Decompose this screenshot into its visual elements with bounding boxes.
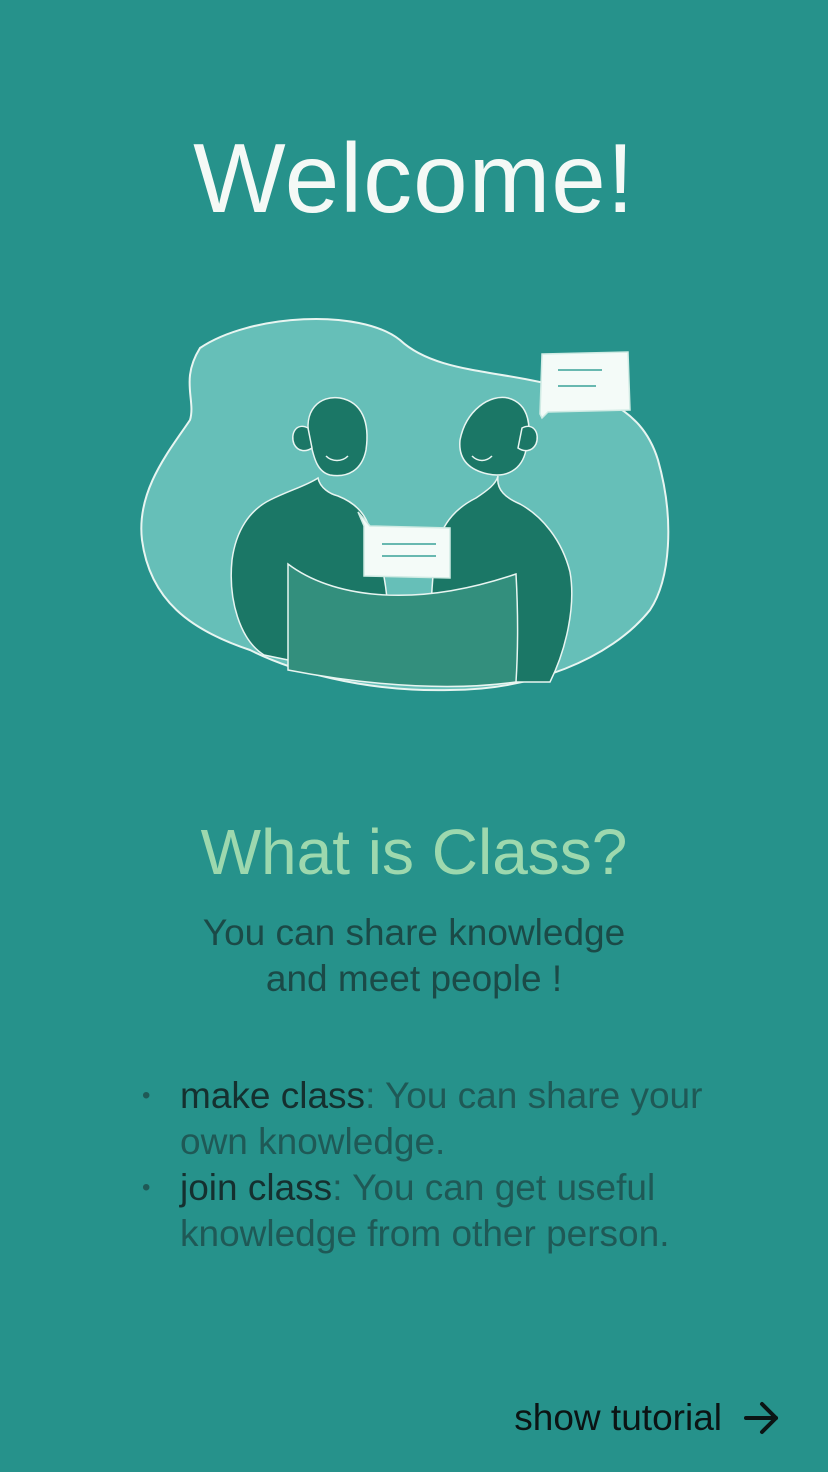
feature-term: make class — [180, 1075, 366, 1116]
feature-item-join-class: • join class: You can get useful knowled… — [142, 1165, 740, 1257]
left-person-ear — [292, 425, 313, 452]
what-is-class-heading: What is Class? — [200, 816, 628, 888]
left-person-head — [307, 396, 368, 477]
arrow-right-icon — [744, 1402, 778, 1434]
show-tutorial-label: show tutorial — [514, 1397, 722, 1438]
bullet-icon: • — [142, 1082, 151, 1109]
feature-term: join class — [180, 1167, 333, 1208]
tagline: You can share knowledge and meet people … — [0, 910, 828, 1002]
feature-list: • make class: You can share your own kno… — [142, 1073, 740, 1257]
people-chat-illustration — [140, 318, 670, 692]
tagline-line-1: You can share knowledge — [202, 912, 626, 953]
right-person-ear — [517, 425, 538, 452]
show-tutorial-button[interactable]: show tutorial — [514, 1394, 782, 1442]
tagline-line-2: and meet people ! — [265, 958, 563, 999]
welcome-title: Welcome! — [193, 123, 635, 233]
feature-item-make-class: • make class: You can share your own kno… — [142, 1073, 740, 1165]
top-right-speech-bubble — [539, 351, 631, 420]
bullet-icon: • — [142, 1174, 151, 1201]
